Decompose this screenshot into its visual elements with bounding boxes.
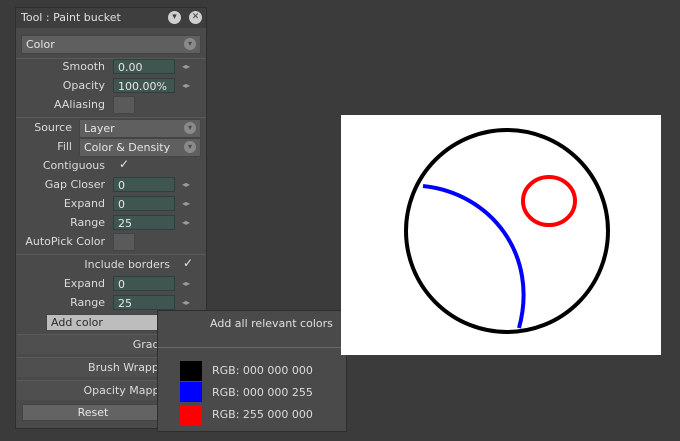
range-field[interactable]: 25 [113, 295, 175, 310]
chevron-down-icon: ▾ [184, 122, 196, 134]
aaliasing-label: AAliasing [54, 98, 105, 111]
source-combo[interactable]: Layer ▾ [79, 119, 201, 138]
panel-title: Tool : Paint bucket [21, 11, 121, 24]
range-label: Range [70, 216, 105, 229]
drawing-canvas[interactable] [341, 115, 661, 355]
close-icon[interactable]: ✕ [189, 11, 202, 24]
spin-arrows-icon[interactable]: ◂▸ [182, 279, 190, 288]
range-label: Range [70, 296, 105, 309]
fill-combo-value: Color & Density [84, 141, 171, 154]
add-all-relevant-colors[interactable]: Add all relevant colors [210, 317, 333, 330]
expand-label: Expand [63, 197, 105, 210]
reset-button[interactable]: Reset [22, 404, 164, 421]
gap-closer-label: Gap Closer [44, 178, 105, 191]
autopick-color-checkbox[interactable] [113, 233, 135, 251]
color-swatch-red[interactable] [180, 405, 202, 425]
opacity-label: Opacity [62, 79, 105, 92]
add-color-popup: Add all relevant colors RGB: 000 000 000… [157, 310, 347, 432]
spin-arrows-icon[interactable]: ◂▸ [182, 180, 190, 189]
mode-combo-value: Color [26, 38, 55, 51]
smooth-label: Smooth [62, 60, 105, 73]
add-color-button[interactable]: Add color [46, 314, 160, 331]
divider [158, 347, 346, 348]
black-circle-stroke [404, 128, 610, 334]
spin-arrows-icon[interactable]: ◂▸ [182, 298, 190, 307]
color-swatch-blue[interactable] [180, 382, 202, 402]
chevron-down-icon: ▾ [184, 38, 196, 50]
autopick-color-label: AutoPick Color [25, 235, 105, 248]
source-combo-value: Layer [84, 122, 115, 135]
panel-titlebar[interactable]: Tool : Paint bucket ▾ ✕ [16, 8, 206, 28]
aaliasing-checkbox[interactable] [113, 96, 135, 114]
gap-closer-field[interactable]: 0 [113, 177, 175, 192]
divider [16, 58, 206, 59]
color-item-label[interactable]: RGB: 000 000 000 [212, 364, 313, 377]
spin-arrows-icon[interactable]: ◂▸ [182, 218, 190, 227]
spin-arrows-icon[interactable]: ◂▸ [182, 62, 190, 71]
include-borders-checkbox[interactable]: ✓ [183, 256, 193, 270]
source-label: Source [34, 121, 72, 134]
include-borders-label: Include borders [84, 258, 170, 271]
contiguous-checkbox[interactable]: ✓ [119, 157, 129, 171]
range-field[interactable]: 25 [113, 215, 175, 230]
chevron-down-icon[interactable]: ▾ [168, 11, 181, 24]
mode-combo[interactable]: Color ▾ [21, 35, 201, 54]
canvas-drawing [404, 128, 610, 334]
expand-field[interactable]: 0 [113, 196, 175, 211]
smooth-field[interactable]: 0.00 [113, 59, 175, 74]
opacity-field[interactable]: 100.00% [113, 78, 175, 93]
chevron-down-icon: ▾ [184, 141, 196, 153]
color-swatch-black[interactable] [180, 361, 202, 381]
spin-arrows-icon[interactable]: ◂▸ [182, 81, 190, 90]
divider [16, 117, 206, 118]
add-color-label: Add color [51, 316, 103, 329]
expand-label: Expand [63, 277, 105, 290]
expand-field[interactable]: 0 [113, 276, 175, 291]
color-item-label[interactable]: RGB: 255 000 000 [212, 408, 313, 421]
reset-label: Reset [77, 406, 109, 419]
spin-arrows-icon[interactable]: ◂▸ [182, 199, 190, 208]
divider [16, 254, 206, 255]
color-item-label[interactable]: RGB: 000 000 255 [212, 386, 313, 399]
contiguous-label: Contiguous [42, 159, 105, 172]
red-circle-stroke [521, 175, 577, 227]
fill-label: Fill [57, 140, 72, 153]
fill-combo[interactable]: Color & Density ▾ [79, 138, 201, 157]
